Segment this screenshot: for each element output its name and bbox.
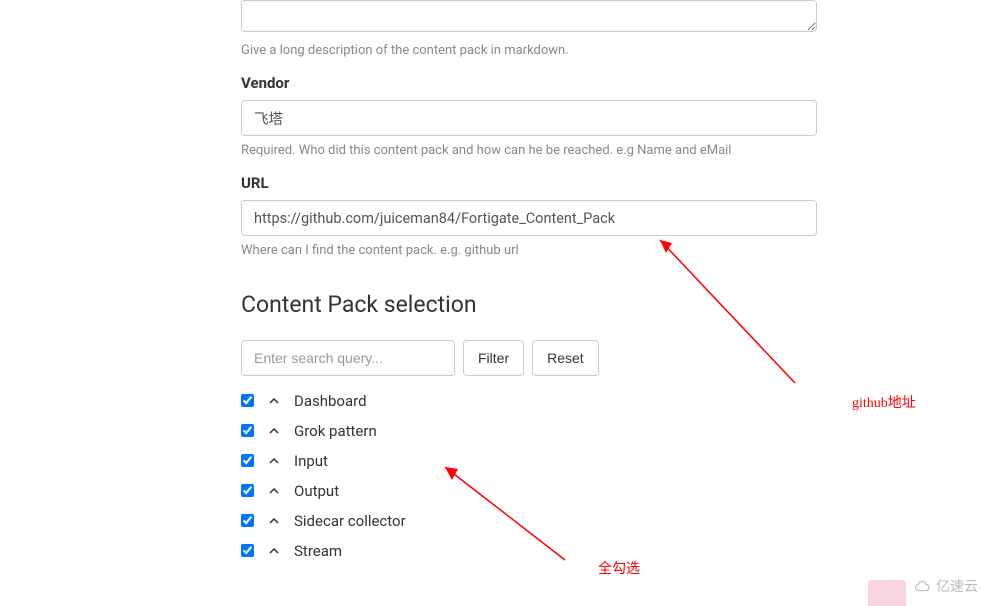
list-item: Grok pattern	[241, 422, 817, 440]
vendor-label: Vendor	[241, 74, 817, 92]
list-item: Dashboard	[241, 392, 817, 410]
watermark-bg	[868, 580, 906, 606]
chevron-up-icon[interactable]	[268, 425, 280, 437]
checkbox-stream[interactable]	[241, 544, 254, 557]
checkbox-output[interactable]	[241, 484, 254, 497]
list-item: Sidecar collector	[241, 512, 817, 530]
list-item: Stream	[241, 542, 817, 560]
filter-button[interactable]: Filter	[463, 340, 524, 376]
checkbox-dashboard[interactable]	[241, 394, 254, 407]
checkbox-sidecar-collector[interactable]	[241, 514, 254, 527]
cloud-icon	[914, 577, 932, 595]
watermark: 亿速云	[914, 576, 978, 596]
list-item-label: Input	[294, 452, 328, 470]
chevron-up-icon[interactable]	[268, 455, 280, 467]
chevron-up-icon[interactable]	[268, 545, 280, 557]
vendor-help: Required. Who did this content pack and …	[241, 142, 817, 160]
reset-button[interactable]: Reset	[532, 340, 599, 376]
chevron-up-icon[interactable]	[268, 395, 280, 407]
list-item-label: Sidecar collector	[294, 512, 406, 530]
description-help: Give a long description of the content p…	[241, 42, 817, 60]
selection-heading: Content Pack selection	[241, 291, 817, 318]
list-item: Input	[241, 452, 817, 470]
description-textarea[interactable]	[241, 0, 817, 32]
chevron-up-icon[interactable]	[268, 515, 280, 527]
url-help: Where can I find the content pack. e.g. …	[241, 242, 817, 260]
annotation-select-all: 全勾选	[598, 558, 640, 578]
url-input[interactable]	[241, 200, 817, 236]
checkbox-input[interactable]	[241, 454, 254, 467]
chevron-up-icon[interactable]	[268, 485, 280, 497]
annotation-github: github地址	[852, 392, 916, 412]
search-input[interactable]	[241, 340, 455, 376]
list-item-label: Output	[294, 482, 339, 500]
selection-list: Dashboard Grok pattern Input Output Side…	[241, 392, 817, 560]
url-label: URL	[241, 174, 817, 192]
vendor-input[interactable]	[241, 100, 817, 136]
list-item-label: Dashboard	[294, 392, 367, 410]
checkbox-grok-pattern[interactable]	[241, 424, 254, 437]
list-item: Output	[241, 482, 817, 500]
list-item-label: Stream	[294, 542, 342, 560]
list-item-label: Grok pattern	[294, 422, 377, 440]
